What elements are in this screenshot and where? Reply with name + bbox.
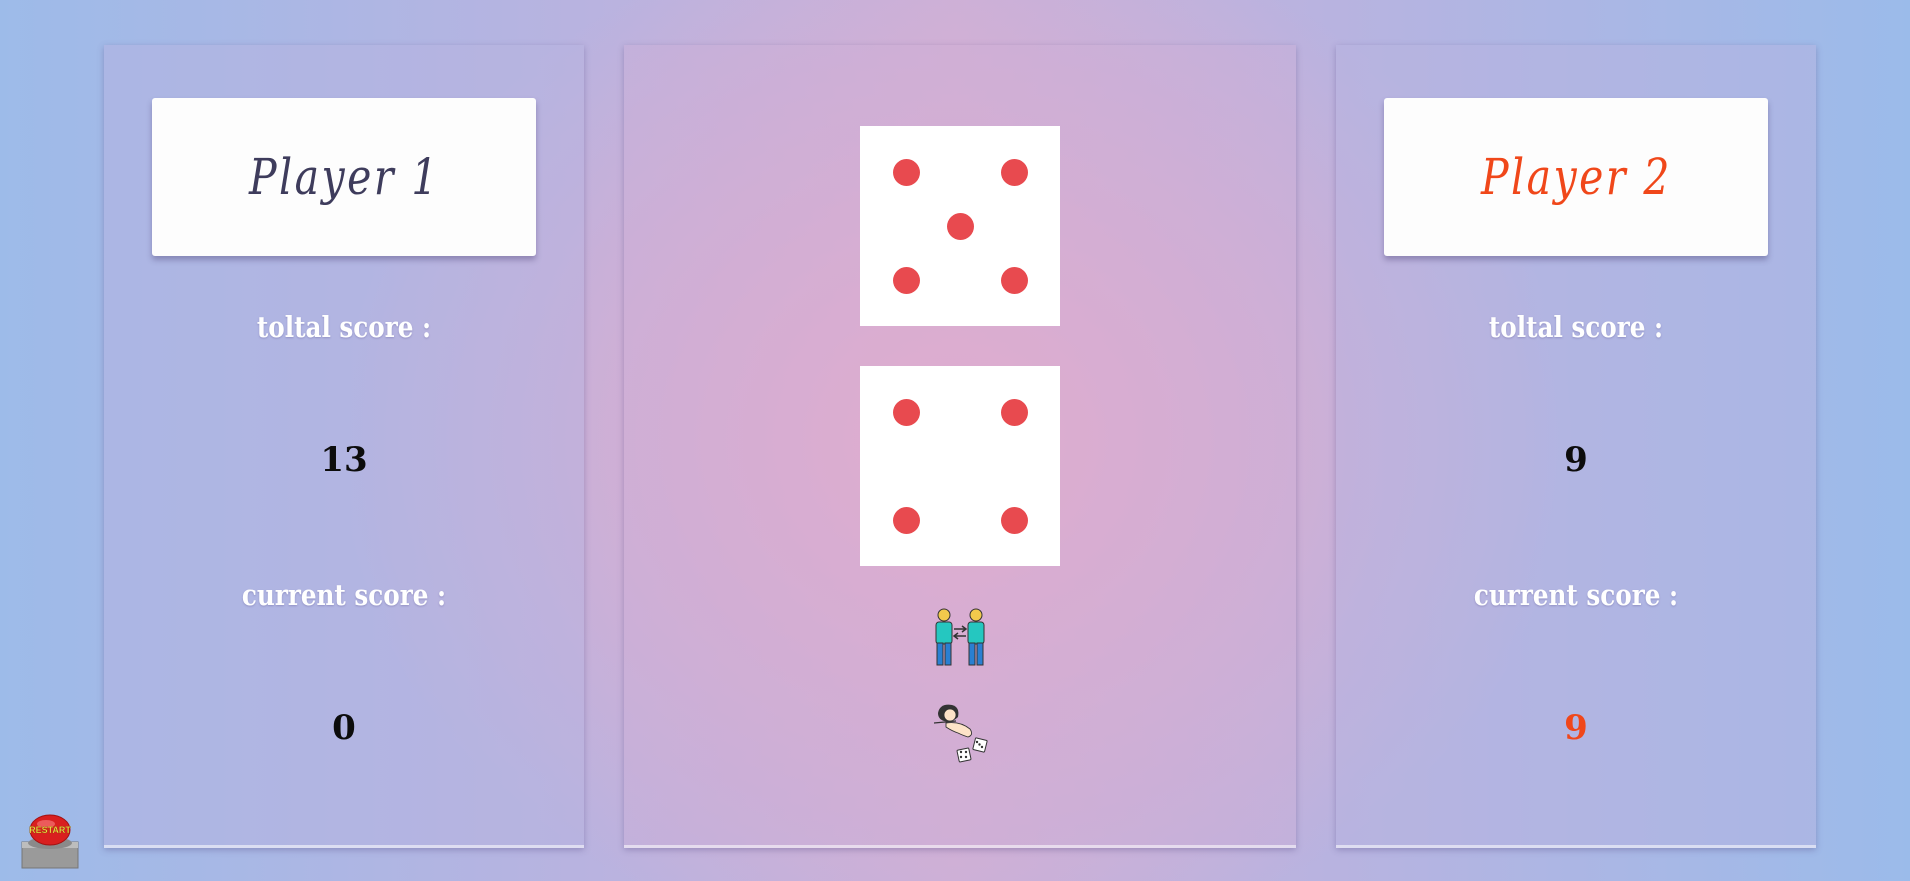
dice-panel — [624, 45, 1296, 848]
die-1 — [860, 126, 1060, 326]
die-pip — [1000, 506, 1028, 534]
switch-player-button[interactable] — [924, 605, 996, 667]
restart-button[interactable]: RESTART — [20, 812, 80, 870]
die-pip — [1000, 266, 1028, 294]
restart-icon: RESTART — [21, 814, 79, 869]
player-2-panel: Player 2 toltal score : 9 current score … — [1336, 45, 1816, 848]
player-2-name: Player 2 — [1480, 148, 1672, 206]
die-2 — [860, 366, 1060, 566]
die-pip — [1000, 158, 1028, 186]
player-1-name: Player 1 — [248, 148, 440, 206]
player-1-total-score: 13 — [320, 440, 368, 480]
die-pip — [946, 212, 974, 240]
player-1-name-card: Player 1 — [152, 98, 536, 256]
player-1-current-score-label: current score : — [241, 578, 447, 612]
player-1-total-score-label: toltal score : — [256, 310, 432, 344]
roll-dice-button[interactable] — [930, 701, 994, 767]
die-pip — [892, 158, 920, 186]
switch-players-icon — [935, 608, 985, 666]
player-2-total-score-label: toltal score : — [1488, 310, 1664, 344]
player-2-total-score: 9 — [1564, 440, 1588, 480]
roll-dice-icon — [933, 704, 988, 763]
player-2-current-score: 9 — [1564, 708, 1588, 748]
die-pip — [1000, 398, 1028, 426]
player-1-panel: Player 1 toltal score : 13 current score… — [104, 45, 584, 848]
player-2-current-score-label: current score : — [1473, 578, 1679, 612]
player-1-current-score: 0 — [332, 708, 356, 748]
die-pip — [892, 506, 920, 534]
player-2-name-card: Player 2 — [1384, 98, 1768, 256]
die-pip — [892, 398, 920, 426]
restart-label: RESTART — [29, 825, 71, 835]
die-pip — [892, 266, 920, 294]
